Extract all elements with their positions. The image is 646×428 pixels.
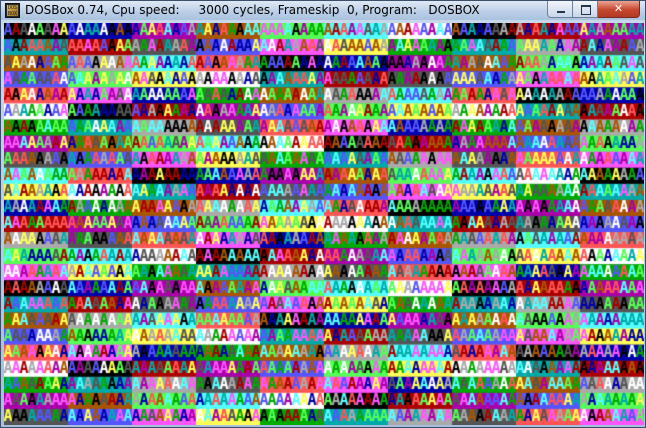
- dosbox-app-icon[interactable]: DOS BOX: [5, 3, 20, 18]
- window-controls: ✕: [547, 1, 640, 19]
- window-title: DOSBox 0.74, Cpu speed: 3000 cycles, Fra…: [25, 3, 480, 17]
- maximize-icon: [581, 5, 591, 15]
- title-bar[interactable]: DOS BOX DOSBox 0.74, Cpu speed: 3000 cyc…: [1, 1, 645, 20]
- minimize-button[interactable]: [547, 1, 573, 18]
- close-button[interactable]: ✕: [598, 1, 640, 18]
- dos-text-mode-screen[interactable]: [4, 23, 644, 425]
- maximize-button[interactable]: [573, 1, 598, 18]
- dosbox-logo-text: DOS BOX: [7, 5, 18, 16]
- minimize-icon: [557, 11, 565, 13]
- dosbox-window: DOS BOX DOSBox 0.74, Cpu speed: 3000 cyc…: [0, 0, 646, 428]
- close-icon: ✕: [613, 2, 624, 15]
- dos-screen-area[interactable]: [4, 23, 644, 425]
